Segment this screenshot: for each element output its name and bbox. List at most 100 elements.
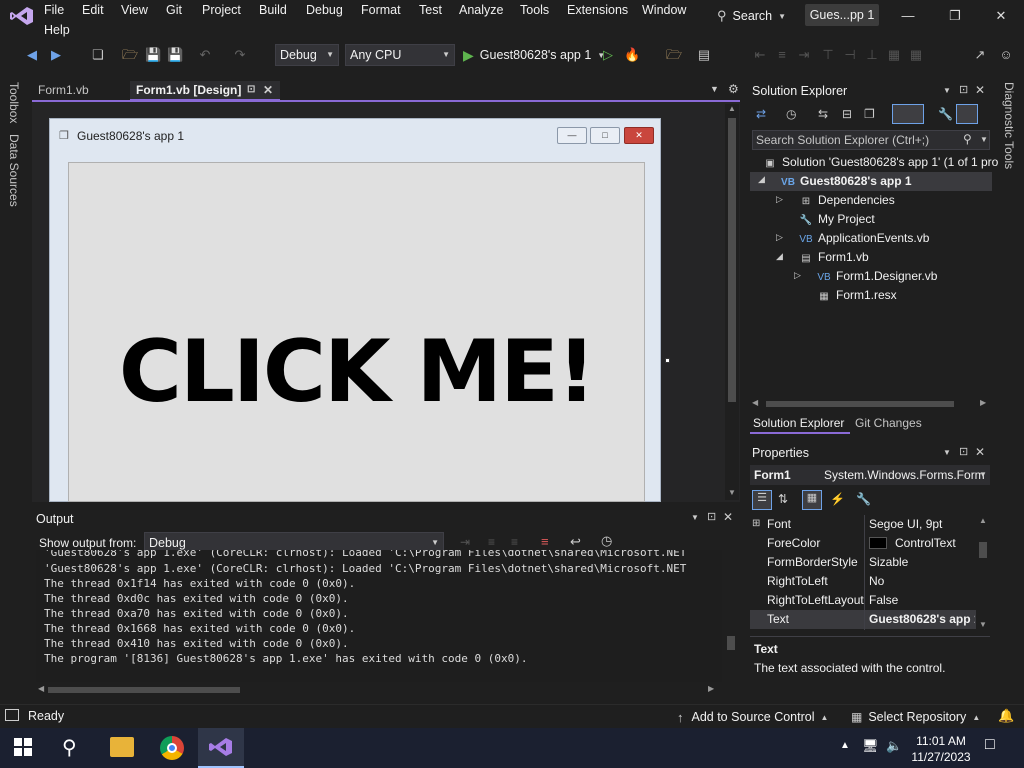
find-message-icon[interactable]: ⇥ <box>460 535 470 549</box>
menu-file[interactable]: File <box>44 3 64 19</box>
tree-dependencies[interactable]: ⊞ Dependencies <box>798 193 895 207</box>
collapsed-arrow-icon[interactable]: ▷ <box>776 194 783 205</box>
tree-form1-designer[interactable]: VB Form1.Designer.vb <box>816 269 937 283</box>
settings-gear-icon[interactable]: ⚙ <box>728 82 739 96</box>
browse-folder-icon[interactable]: 🗁 <box>666 47 682 63</box>
scroll-thumb[interactable] <box>979 542 987 558</box>
tab-form1-vb[interactable]: Form1.vb <box>32 81 95 101</box>
tree-my-project[interactable]: 🔧 My Project <box>798 212 875 226</box>
windows-start-icon[interactable] <box>14 738 32 756</box>
save-icon[interactable]: 💾 <box>145 47 161 63</box>
designer-vertical-scrollbar[interactable]: ▲ ▼ <box>725 104 739 500</box>
visual-studio-taskbar-button[interactable] <box>198 728 244 768</box>
tree-project[interactable]: VB Guest80628's app 1 <box>780 174 912 188</box>
pin-icon[interactable]: ⊡ <box>707 510 716 523</box>
diagnostic-tools-tab[interactable]: Diagnostic Tools <box>1002 82 1016 169</box>
configuration-dropdown[interactable]: Debug ▼ <box>275 44 339 66</box>
tab-overflow-icon[interactable]: ▼ <box>710 84 719 94</box>
close-button[interactable]: ✕ <box>985 4 1017 28</box>
pin-icon[interactable]: ⊡ <box>959 83 968 96</box>
menu-help[interactable]: Help <box>44 23 70 39</box>
start-debugging-button[interactable]: ▶ Guest80628's app 1 ▼ <box>463 44 605 66</box>
volume-icon[interactable]: 🔈 <box>886 738 902 754</box>
scroll-thumb[interactable] <box>728 118 736 402</box>
object-selector-dropdown[interactable]: Form1 System.Windows.Forms.Form ▼ <box>750 465 990 485</box>
show-all-files-icon[interactable]: ❐ <box>864 107 875 121</box>
categorized-icon[interactable]: ☰ <box>752 490 772 510</box>
visual-studio-logo-icon[interactable] <box>10 6 34 26</box>
close-pane-icon[interactable]: ✕ <box>975 83 985 97</box>
save-all-icon[interactable]: 💾 <box>167 47 183 63</box>
pane-menu-icon[interactable]: ▼ <box>943 86 951 95</box>
sync-icon[interactable]: ⇄ <box>756 107 766 121</box>
solution-horizontal-scrollbar[interactable]: ◀ ▶ <box>750 398 990 410</box>
preview-toggle-button[interactable] <box>956 104 978 124</box>
click-me-button[interactable]: CLICK ME! <box>68 162 645 502</box>
search-button[interactable]: ⚲ Search ▼ <box>717 6 786 26</box>
select-repository-button[interactable]: ▦ Select Repository ▲ <box>851 708 980 726</box>
resize-handle[interactable] <box>665 358 670 363</box>
tab-solution-explorer[interactable]: Solution Explorer <box>750 414 850 434</box>
clock-icon[interactable]: ◷ <box>601 533 612 549</box>
file-explorer-icon[interactable] <box>110 737 134 757</box>
grid-icon[interactable]: ▦ <box>908 47 924 63</box>
expand-plus-icon[interactable]: ⊞ <box>752 518 760 529</box>
menu-view[interactable]: View <box>121 3 148 19</box>
align-right-icon[interactable]: ⇥ <box>796 47 812 63</box>
layout-icon[interactable]: ▤ <box>696 47 712 63</box>
collapse-all-icon[interactable]: ⊟ <box>842 107 852 121</box>
prop-value-text[interactable]: Guest80628's app 1 <box>869 612 975 626</box>
clear-all-icon[interactable]: ≡ <box>541 534 549 549</box>
history-icon[interactable]: ◷ <box>786 107 796 121</box>
action-center-icon[interactable]: □ <box>985 736 995 754</box>
pin-icon[interactable]: ⊡ <box>247 81 255 99</box>
menu-git[interactable]: Git <box>166 3 182 19</box>
scroll-down-icon[interactable]: ▼ <box>979 620 987 629</box>
platform-dropdown[interactable]: Any CPU ▼ <box>345 44 455 66</box>
properties-vertical-scrollbar[interactable]: ▲ ▼ <box>977 516 989 632</box>
clock-time[interactable]: 11:01 AM <box>913 734 969 748</box>
scroll-thumb[interactable] <box>48 687 240 693</box>
align-bottom-icon[interactable]: ⊥ <box>864 47 880 63</box>
menu-build[interactable]: Build <box>259 3 287 19</box>
expanded-arrow-icon[interactable]: ◢ <box>758 174 765 185</box>
pane-menu-icon[interactable]: ▼ <box>691 513 699 522</box>
menu-format[interactable]: Format <box>361 3 401 19</box>
scroll-left-icon[interactable]: ◀ <box>38 684 44 693</box>
output-text-area[interactable]: 'Guest80628's app 1.exe' (CoreCLR: clrho… <box>36 550 722 682</box>
solution-name-badge[interactable]: Gues...pp 1 <box>805 4 879 26</box>
property-pages-icon[interactable]: 🔧 <box>856 492 871 506</box>
prop-value-righttoleft[interactable]: No <box>869 574 884 588</box>
same-size-icon[interactable]: ▦ <box>886 47 902 63</box>
back-icon[interactable]: ◀ <box>24 47 40 63</box>
properties-view-icon[interactable]: ▦ <box>802 490 822 510</box>
menu-analyze[interactable]: Analyze <box>459 3 503 19</box>
events-lightning-icon[interactable]: ⚡ <box>830 492 845 506</box>
live-share-icon[interactable]: ↗ <box>972 47 988 63</box>
close-pane-icon[interactable]: ✕ <box>975 445 985 459</box>
tab-form1-design[interactable]: Form1.vb [Design] ⊡ ✕ <box>130 81 280 101</box>
prop-value-forecolor[interactable]: ControlText <box>895 536 956 550</box>
scroll-right-icon[interactable]: ▶ <box>708 684 714 693</box>
next-message-icon[interactable]: ≡ <box>511 535 518 549</box>
align-left-icon[interactable]: ⇤ <box>752 47 768 63</box>
align-center-icon[interactable]: ≡ <box>774 47 790 63</box>
output-horizontal-scrollbar[interactable]: ◀ ▶ <box>36 684 722 696</box>
tree-form1-vb[interactable]: ▤ Form1.vb <box>798 250 868 264</box>
prop-value-righttoleftlayout[interactable]: False <box>869 593 898 607</box>
properties-wrench-icon[interactable]: 🔧 <box>938 107 953 121</box>
align-top-icon[interactable]: ⊤ <box>820 47 836 63</box>
scroll-right-icon[interactable]: ▶ <box>980 398 986 407</box>
menu-debug[interactable]: Debug <box>306 3 343 19</box>
tree-application-events[interactable]: VB ApplicationEvents.vb <box>798 231 929 245</box>
menu-extensions[interactable]: Extensions <box>567 3 628 19</box>
open-folder-icon[interactable]: 🗁 <box>122 47 138 63</box>
expanded-arrow-icon[interactable]: ◢ <box>776 251 783 262</box>
collapsed-arrow-icon[interactable]: ▷ <box>794 270 801 281</box>
scroll-up-icon[interactable]: ▲ <box>979 516 987 525</box>
output-vertical-scrollbar[interactable] <box>724 552 738 682</box>
menu-project[interactable]: Project <box>202 3 241 19</box>
menu-tools[interactable]: Tools <box>520 3 549 19</box>
tree-form1-resx[interactable]: ▦ Form1.resx <box>816 288 896 302</box>
scroll-down-icon[interactable]: ▼ <box>728 488 736 497</box>
